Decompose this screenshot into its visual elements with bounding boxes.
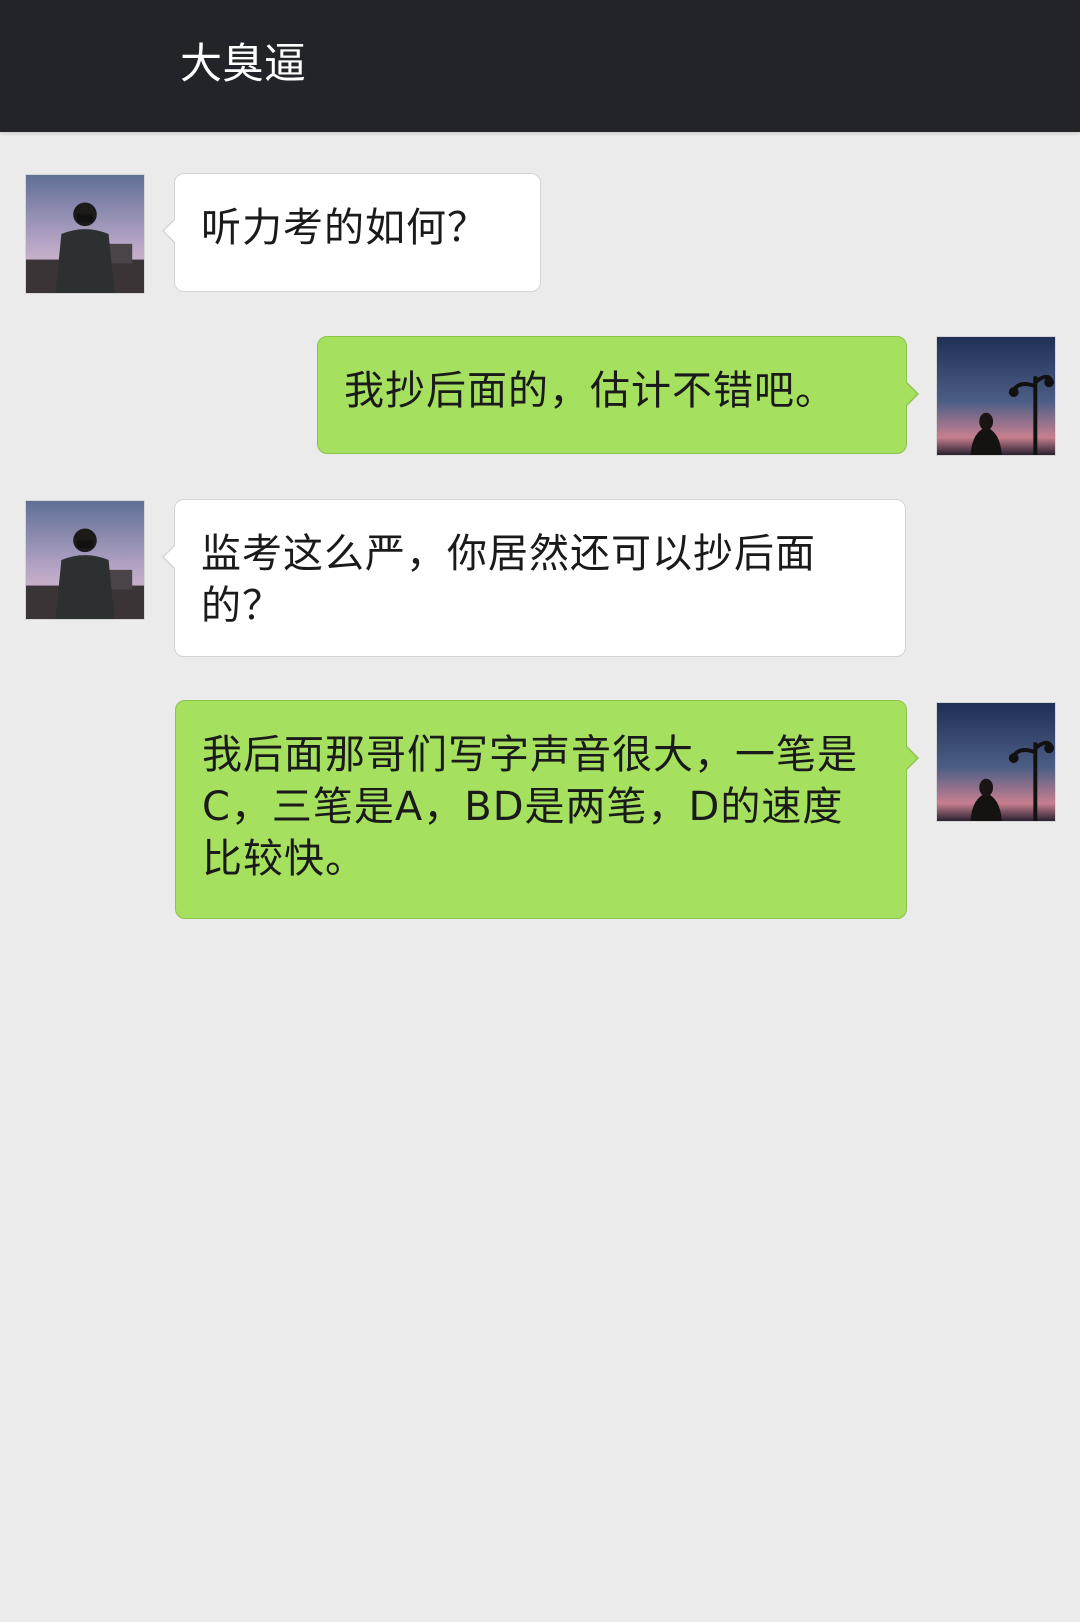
contact-avatar[interactable]: [25, 174, 145, 294]
contact-name-title[interactable]: 大臭逼: [180, 36, 306, 92]
contact-avatar-image: [26, 501, 144, 619]
message-bubble-incoming[interactable]: 监考这么严，你居然还可以抄后面的？: [162, 499, 906, 657]
message-text: 监考这么严，你居然还可以抄后面的？: [201, 531, 816, 629]
message-bubble-outgoing[interactable]: 我抄后面的，估计不错吧。: [317, 336, 919, 454]
message-list[interactable]: 听力考的如何？ 我抄后面的，估计不错吧。 监考这么严，你居然还可以抄后面的？ 我…: [0, 132, 1080, 1622]
message-text: 我抄后面的，估计不错吧。: [344, 368, 836, 414]
message-bubble-outgoing[interactable]: 我后面那哥们写字声音很大，一笔是C，三笔是A，BD是两笔，D的速度比较快。: [175, 700, 919, 919]
message-text: 听力考的如何？: [201, 205, 488, 251]
message-text: 我后面那哥们写字声音很大，一笔是C，三笔是A，BD是两笔，D的速度比较快。: [202, 732, 858, 882]
message-bubble-incoming[interactable]: 听力考的如何？: [162, 173, 541, 292]
contact-avatar[interactable]: [25, 500, 145, 620]
self-avatar-image: [937, 337, 1055, 455]
self-avatar-image: [937, 703, 1055, 821]
chat-header: 大臭逼: [0, 0, 1080, 132]
self-avatar[interactable]: [936, 702, 1056, 822]
contact-avatar-image: [26, 175, 144, 293]
self-avatar[interactable]: [936, 336, 1056, 456]
